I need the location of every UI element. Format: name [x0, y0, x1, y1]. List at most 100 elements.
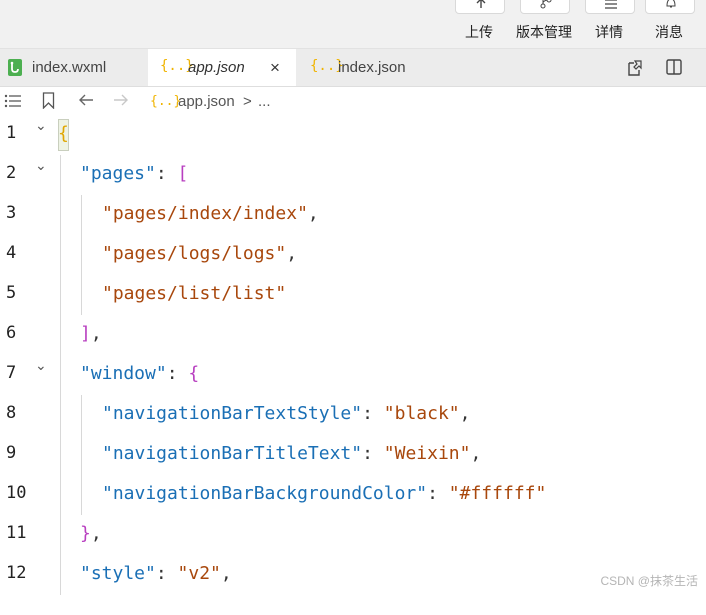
bracket-token: ] [80, 323, 91, 344]
close-tab-icon[interactable]: × [270, 58, 280, 78]
branch-icon [520, 0, 570, 14]
json-string: "black" [383, 403, 460, 424]
comma-token: , [90, 523, 102, 544]
line-number: 7 [6, 363, 17, 383]
gutter-line: 6 [0, 315, 58, 355]
split-editor-icon[interactable] [666, 59, 682, 75]
json-string: "v2" [177, 563, 221, 584]
line-number: 2 [6, 163, 17, 183]
tab-label: index.wxml [32, 59, 107, 76]
messages-label: 消息 [655, 24, 683, 40]
chevron-down-icon[interactable]: ⌄ [35, 157, 47, 174]
code-line[interactable]: "pages/index/index", [58, 195, 706, 235]
json-string: "pages/logs/logs" [102, 243, 287, 264]
forward-arrow-icon[interactable] [113, 93, 129, 107]
gutter-line: 1 ⌄ [0, 115, 58, 155]
tab-index-wxml[interactable]: index.wxml [0, 49, 148, 86]
colon-token: : [362, 403, 384, 424]
json-key: "window" [80, 363, 167, 384]
comma-token: , [90, 323, 102, 344]
comma-token: , [470, 443, 482, 464]
tab-label: app.json [188, 59, 245, 76]
line-number: 6 [6, 323, 17, 343]
gutter-line: 5 [0, 275, 58, 315]
json-string: "#ffffff" [448, 483, 547, 504]
open-file-icon[interactable] [626, 59, 644, 77]
json-string: "Weixin" [383, 443, 471, 464]
colon-token: : [427, 483, 449, 504]
gutter-line: 11 [0, 515, 58, 555]
version-control-label: 版本管理 [516, 24, 572, 40]
editor-tab-bar: index.wxml {..} app.json × {..} index.js… [0, 49, 706, 87]
chevron-down-icon[interactable]: ⌄ [35, 117, 47, 134]
code-line[interactable]: "pages/logs/logs", [58, 235, 706, 275]
code-line[interactable]: "navigationBarTextStyle": "black", [58, 395, 706, 435]
code-editor[interactable]: 1 ⌄ 2 ⌄ 3 4 5 6 7 ⌄ 8 9 10 11 12 {"page… [0, 115, 706, 595]
json-key: "pages" [80, 163, 156, 184]
wxml-file-icon [8, 59, 22, 76]
upload-button[interactable]: 上传 [455, 0, 505, 49]
colon-token: : [166, 363, 189, 384]
code-line[interactable]: "pages/list/list" [58, 275, 706, 315]
breadcrumb-separator: > [243, 93, 252, 110]
upload-label: 上传 [465, 24, 493, 40]
outline-list-icon[interactable] [4, 94, 22, 108]
line-number: 11 [6, 523, 27, 543]
brace-token: { [188, 363, 200, 384]
gutter-line: 2 ⌄ [0, 155, 58, 195]
code-line[interactable]: "pages": [ [58, 155, 706, 195]
gutter-line: 3 [0, 195, 58, 235]
line-number: 9 [6, 443, 17, 463]
gutter-line: 4 [0, 235, 58, 275]
colon-token: : [155, 563, 178, 584]
gutter-line: 8 [0, 395, 58, 435]
upload-icon [455, 0, 505, 14]
json-string: "pages/list/list" [102, 283, 287, 304]
json-key: "navigationBarBackgroundColor" [102, 483, 428, 504]
watermark: CSDN @抹茶生活 [600, 574, 698, 588]
bell-icon [645, 0, 695, 14]
brace-token: { [58, 123, 69, 144]
colon-token: : [155, 163, 178, 184]
tab-app-json[interactable]: {..} app.json × [148, 49, 296, 86]
code-line[interactable]: }, [58, 515, 706, 555]
gutter-line: 7 ⌄ [0, 355, 58, 395]
comma-token: , [459, 403, 471, 424]
code-line[interactable]: "navigationBarBackgroundColor": "#ffffff… [58, 475, 706, 515]
colon-token: : [362, 443, 384, 464]
back-arrow-icon[interactable] [78, 93, 94, 107]
comma-token: , [286, 243, 298, 264]
line-number: 8 [6, 403, 17, 423]
bracket-token: [ [177, 163, 189, 184]
json-key: "navigationBarTitleText" [102, 443, 363, 464]
menu-icon [585, 0, 635, 14]
details-button[interactable]: 详情 [585, 0, 635, 49]
code-line[interactable]: "window": { [58, 355, 706, 395]
json-string: "pages/index/index" [102, 203, 308, 224]
version-control-button[interactable]: 版本管理 [516, 0, 576, 49]
code-line[interactable]: { [58, 115, 706, 155]
code-line[interactable]: "navigationBarTitleText": "Weixin", [58, 435, 706, 475]
gutter-line: 10 [0, 475, 58, 515]
comma-token: , [307, 203, 319, 224]
line-number: 5 [6, 283, 17, 303]
code-line[interactable]: ], [58, 315, 706, 355]
bookmark-icon[interactable] [42, 92, 55, 109]
messages-button[interactable]: 消息 [645, 0, 695, 49]
tab-index-json[interactable]: {..} index.json [296, 49, 446, 86]
line-number: 1 [6, 123, 17, 143]
line-number: 3 [6, 203, 17, 223]
json-key: "style" [80, 563, 156, 584]
breadcrumb: {..} app.json > ... [0, 87, 706, 115]
details-label: 详情 [595, 24, 623, 40]
gutter-line: 9 [0, 435, 58, 475]
line-number: 12 [6, 563, 27, 583]
brace-token: } [80, 523, 91, 544]
breadcrumb-more[interactable]: ... [258, 93, 271, 110]
json-file-icon: {..} [150, 94, 182, 109]
breadcrumb-file[interactable]: app.json [178, 93, 235, 110]
tab-label: index.json [338, 59, 406, 76]
chevron-down-icon[interactable]: ⌄ [35, 357, 47, 374]
line-number: 4 [6, 243, 17, 263]
tab-actions [620, 49, 700, 86]
